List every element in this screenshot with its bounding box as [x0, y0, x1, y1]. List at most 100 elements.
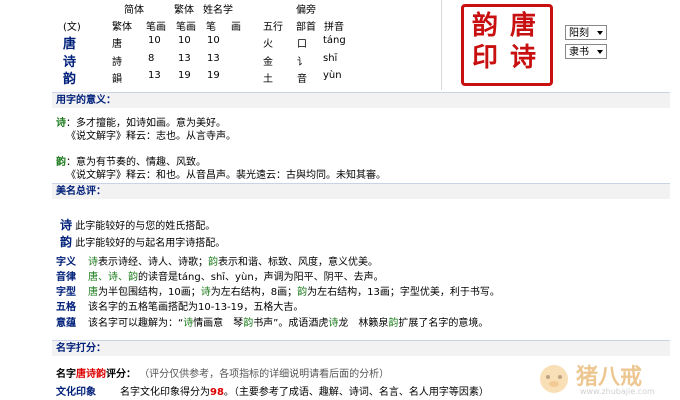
score-culture: 文化印象 名字文化印象得分为98。（主要参考了成语、趣解、诗词、名言、名人用字等因…: [56, 383, 489, 398]
review-text: 龙 林籁泉: [338, 318, 389, 329]
highlight-char: 诗: [200, 287, 211, 298]
highlight-char: 唐、诗、韵: [88, 272, 138, 283]
name-seal-image: 唐 诗 韵 印: [461, 4, 553, 86]
row-pinyin: táng: [323, 35, 346, 46]
row-bushou: 讠: [297, 57, 307, 68]
watermark-url: www.zhubajie.com: [580, 387, 655, 396]
row-jianti-bihua: 8: [148, 53, 155, 64]
row-fanti: 韻: [112, 74, 122, 85]
review-text: 扩展了名字的意境。: [398, 318, 489, 329]
meaning-char: 韵: [56, 157, 66, 168]
highlight-char: 韵: [297, 287, 308, 298]
row-fanti-bihua: 13: [178, 53, 191, 64]
score-name: 唐诗韵: [76, 369, 106, 380]
review-text: 为左右结构，8画；: [210, 287, 298, 298]
highlight-char: 诗: [88, 257, 98, 268]
review-item-zixing: 字型 唐为半包围结构，10画；诗为左右结构，8画；韵为左右结构，13画；字型优美，…: [56, 283, 500, 298]
highlight-char: 韵: [243, 318, 254, 329]
pairing-char: 诗: [60, 218, 73, 232]
review-label: 字型: [56, 287, 76, 298]
review-item-yiyun: 意蕴 该名字可以趣解为：“诗情画意 琴韵书声”。成语酒虎诗龙 林籁泉韵扩展了名字的…: [56, 314, 488, 329]
highlight-char: 韵: [388, 318, 399, 329]
section-title-review: 美名总评：: [52, 183, 670, 199]
review-label: 字义: [56, 257, 76, 268]
group-label-pianpang: 偏旁: [296, 5, 316, 16]
pig-logo-icon: [540, 365, 568, 393]
seal-font-value: 隶书: [569, 47, 589, 58]
review-label: 五格: [56, 302, 76, 313]
review-item-yinlv: 音律 唐、诗、韵的读音是táng、shī、yùn，声调为阳平、阴平、去声。: [56, 268, 384, 283]
watermark-logo: 猪八戒 www.zhubajie.com: [536, 357, 676, 400]
row-wuxing: 金: [263, 57, 273, 68]
row-fanti: 唐: [112, 39, 122, 50]
chevron-down-icon: [597, 50, 603, 54]
review-text: 该名字的五格笔画搭配为10-13-19，五格大吉。: [88, 302, 304, 313]
header-jianti-bihua: 笔画: [146, 22, 166, 33]
group-label-xingming: 姓名学: [203, 5, 233, 16]
seal-style-value: 阳刻: [569, 28, 589, 39]
header-xingming-hua: 画: [231, 22, 241, 33]
review-text: 表示诗经、诗人、诗歌；: [98, 257, 208, 268]
review-text: 表示和谐、标致、风度，意义优美。: [218, 257, 378, 268]
section-title-meaning: 用字的意义：: [52, 92, 670, 108]
review-text: 为半包围结构，10画；: [98, 287, 201, 298]
seal-char: 唐: [510, 11, 537, 41]
header-fanti: 繁体: [112, 22, 132, 33]
row-jianti-bihua: 10: [148, 35, 161, 46]
column-divider: [441, 0, 442, 90]
pairing-text: 此字能较好的与起名用字诗搭配。: [75, 238, 226, 249]
culture-text-post: 。（主要参考了成语、趣解、诗词、名言、名人用字等因素）: [223, 387, 489, 398]
row-wuxing: 火: [263, 39, 273, 50]
culture-label: 文化印象: [56, 387, 96, 398]
row-fanti-bihua: 19: [178, 70, 191, 81]
seal-font-select[interactable]: 隶书: [565, 44, 607, 59]
meaning-char: 诗: [56, 118, 66, 129]
pairing-text: 此字能较好的与您的姓氏搭配。: [75, 221, 216, 232]
highlight-char: 诗: [328, 318, 339, 329]
review-text: 书声”。成语酒虎: [253, 318, 329, 329]
section-title-score: 名字打分：: [52, 340, 670, 356]
row-fanti-bihua: 10: [178, 35, 191, 46]
seal-char: 韵: [472, 11, 499, 41]
meaning-shuowen: 《说文解字》释云：志也。从言寺声。: [66, 131, 236, 142]
score-note: （评分仅供参考，各项指标的详细说明请看后面的分析）: [139, 369, 390, 380]
header-wuxing: 五行: [263, 22, 283, 33]
highlight-char: 唐: [88, 287, 98, 298]
row-pinyin: shī: [323, 53, 338, 64]
header-pinyin: 拼音: [324, 22, 344, 33]
pairing-char: 韵: [60, 235, 73, 249]
group-label-jianti: 简体: [124, 5, 144, 16]
row-pinyin: yùn: [323, 70, 342, 81]
review-label: 意蕴: [56, 318, 76, 329]
chevron-down-icon: [597, 31, 603, 35]
row-char: 唐: [63, 37, 77, 52]
header-fanti-bihua: 笔画: [176, 22, 196, 33]
row-jianti-bihua: 13: [148, 70, 161, 81]
seal-style-select[interactable]: 阳刻: [565, 25, 607, 40]
row-char: 韵: [63, 72, 77, 87]
row-bushou: 音: [297, 74, 307, 85]
review-item-wuge: 五格 该名字的五格笔画搭配为10-13-19，五格大吉。: [56, 298, 303, 313]
review-text: 的读音是táng、shī、yùn，声调为阳平、阴平、去声。: [138, 272, 384, 283]
row-xingming-bihua: 13: [207, 53, 220, 64]
seal-char: 印: [472, 43, 499, 73]
culture-score: 98: [210, 387, 224, 398]
header-xingming-bi: 笔: [206, 22, 216, 33]
seal-char: 诗: [510, 43, 537, 73]
culture-text-pre: 名字文化印象得分为: [120, 387, 210, 398]
review-label: 音律: [56, 272, 76, 283]
highlight-char: 诗: [183, 318, 194, 329]
row-wuxing: 土: [263, 74, 273, 85]
row-xingming-bihua: 10: [207, 35, 220, 46]
score-heading: 名字唐诗韵评分： （评分仅供参考，各项指标的详细说明请看后面的分析）: [56, 365, 389, 380]
review-text: 该名字可以趣解为：“: [88, 318, 184, 329]
header-bushou: 部首: [296, 22, 316, 33]
row-bushou: 口: [297, 39, 307, 50]
group-label-fanti: 繁体: [174, 5, 194, 16]
pairing-item: 韵 此字能较好的与起名用字诗搭配。: [60, 233, 225, 250]
score-label-suffix: 评分：: [106, 369, 136, 380]
header-wen: (文): [63, 22, 81, 33]
pairing-item: 诗 此字能较好的与您的姓氏搭配。: [60, 216, 215, 233]
review-text: 情画意 琴: [193, 318, 244, 329]
score-label-prefix: 名字: [56, 369, 76, 380]
